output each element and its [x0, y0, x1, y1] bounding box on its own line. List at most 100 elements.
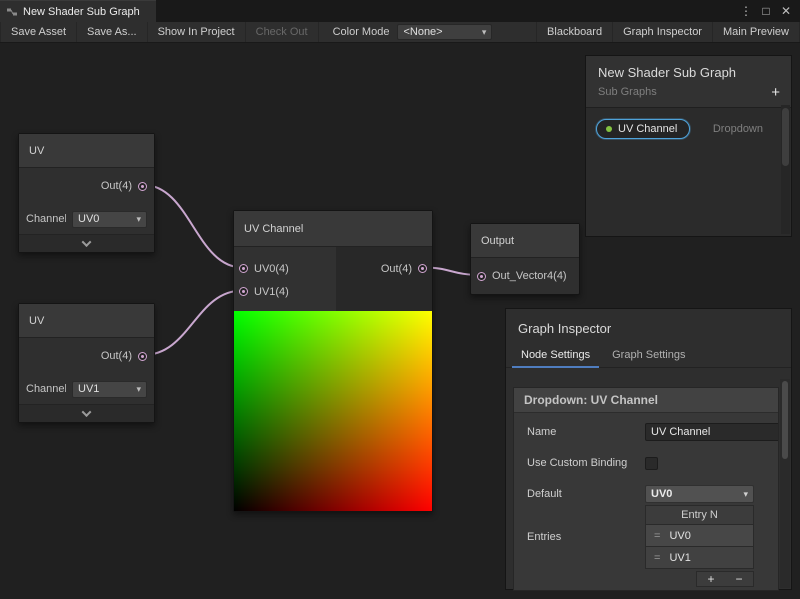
blackboard-header: New Shader Sub Graph Sub Graphs +: [586, 56, 791, 108]
drag-handle-icon[interactable]: =: [654, 552, 660, 564]
uv-bottom-channel-value: UV1: [78, 383, 99, 395]
inspector-scrollbar[interactable]: [780, 379, 790, 588]
output-node-title[interactable]: Output: [471, 224, 579, 258]
save-as-button[interactable]: Save As...: [77, 22, 148, 42]
drag-handle-icon[interactable]: =: [654, 530, 660, 542]
uv-channel-input-port-uv1[interactable]: [239, 287, 248, 296]
entries-list-header: Entry N: [645, 505, 754, 525]
close-icon[interactable]: ✕: [776, 0, 796, 22]
exposed-dot-icon: [606, 126, 612, 132]
uv-node-top[interactable]: UV Out(4) Channel UV0 ▾: [18, 133, 155, 253]
blackboard-item-label: UV Channel: [618, 123, 677, 135]
color-mode-dropdown[interactable]: <None> ▾: [397, 24, 492, 40]
tab-bar: New Shader Sub Graph ⋮ □ ✕: [0, 0, 800, 22]
blackboard-item-type: Dropdown: [713, 123, 763, 135]
inspector-body: Dropdown: UV Channel Name Use Custom Bin…: [513, 379, 779, 589]
chevron-down-icon: ▾: [136, 214, 141, 225]
entries-label: Entries: [527, 531, 645, 543]
output-in-label: Out_Vector4(4): [492, 270, 567, 282]
tab-new-shader-sub-graph[interactable]: New Shader Sub Graph: [0, 0, 156, 22]
default-value: UV0: [651, 488, 672, 500]
blackboard-subtitle: Sub Graphs: [598, 86, 779, 98]
uv-node-top-title[interactable]: UV: [19, 134, 154, 168]
graph-inspector-panel: Graph Inspector Node Settings Graph Sett…: [505, 308, 792, 590]
uv-top-collapse-button[interactable]: [19, 234, 154, 252]
save-asset-button[interactable]: Save Asset: [0, 22, 77, 42]
chevron-down-icon: ▾: [743, 489, 748, 500]
tab-title: New Shader Sub Graph: [23, 6, 140, 18]
uv-node-bottom-title[interactable]: UV: [19, 304, 154, 338]
blackboard-scroll-thumb[interactable]: [782, 108, 789, 166]
name-input[interactable]: [645, 423, 779, 441]
entry-row-uv0[interactable]: = UV0: [645, 525, 754, 547]
uv-top-channel-value: UV0: [78, 213, 99, 225]
entry-label: UV0: [669, 530, 690, 542]
graph-inspector-title: Graph Inspector: [506, 309, 791, 342]
color-mode-label: Color Mode: [319, 22, 398, 42]
uv-channel-inputs: UV0(4) UV1(4): [234, 247, 336, 311]
uv-top-channel-dropdown[interactable]: UV0 ▾: [72, 211, 147, 228]
wire-uv0[interactable]: [144, 185, 243, 268]
uv-channel-node-title[interactable]: UV Channel: [234, 211, 432, 247]
check-out-button: Check Out: [246, 22, 319, 42]
uv-bottom-collapse-button[interactable]: [19, 404, 154, 422]
name-label: Name: [527, 426, 645, 438]
window-controls: ⋮ □ ✕: [736, 0, 800, 22]
uv-channel-out-label: Out(4): [381, 263, 412, 275]
blackboard-item-row: UV Channel Dropdown: [586, 108, 791, 139]
graph-canvas[interactable]: UV Out(4) Channel UV0 ▾ UV Out(4): [0, 43, 800, 599]
toolbar: Save Asset Save As... Show In Project Ch…: [0, 22, 800, 43]
uv-top-channel-label: Channel: [26, 213, 66, 225]
entry-row-uv1[interactable]: = UV1: [645, 547, 754, 569]
entries-list: Entry N = UV0 = UV1: [645, 505, 754, 569]
maximize-icon[interactable]: □: [756, 0, 776, 22]
toolbar-right-group: Blackboard Graph Inspector Main Preview: [536, 22, 800, 42]
uv-top-output-port[interactable]: [138, 182, 147, 191]
add-entry-button[interactable]: +: [707, 572, 714, 586]
collapse-chevron-icon: [82, 237, 92, 247]
inspector-scroll-thumb[interactable]: [782, 381, 788, 459]
chevron-down-icon: ▾: [136, 384, 141, 395]
uv-preview: [234, 311, 432, 511]
entries-list-toolbar: + −: [696, 571, 754, 587]
blackboard-item-uv-channel[interactable]: UV Channel: [596, 119, 690, 139]
tab-graph-settings[interactable]: Graph Settings: [601, 342, 696, 367]
entry-label: UV1: [669, 552, 690, 564]
remove-entry-button[interactable]: −: [735, 572, 742, 586]
uv-bottom-channel-label: Channel: [26, 383, 66, 395]
more-menu-icon[interactable]: ⋮: [736, 0, 756, 22]
blackboard-toggle-button[interactable]: Blackboard: [536, 22, 612, 42]
inspector-tabs: Node Settings Graph Settings: [506, 342, 791, 368]
collapse-chevron-icon: [82, 407, 92, 417]
blackboard-scrollbar[interactable]: [781, 105, 790, 234]
uv-top-out-label: Out(4): [101, 180, 132, 192]
output-input-port[interactable]: [477, 272, 486, 281]
uv-channel-in0-label: UV0(4): [254, 263, 289, 275]
color-mode-value: <None>: [403, 26, 442, 38]
uv-bottom-channel-dropdown[interactable]: UV1 ▾: [72, 381, 147, 398]
output-node[interactable]: Output Out_Vector4(4): [470, 223, 580, 295]
uv-channel-in1-label: UV1(4): [254, 286, 289, 298]
uv-channel-output-port[interactable]: [418, 264, 427, 273]
section-title: Dropdown: UV Channel: [514, 388, 778, 413]
uv-channel-outputs: Out(4): [336, 247, 432, 311]
uv-channel-input-port-uv0[interactable]: [239, 264, 248, 273]
uv-channel-node[interactable]: UV Channel UV0(4) UV1(4) Out(4): [233, 210, 433, 512]
tab-node-settings[interactable]: Node Settings: [510, 342, 601, 367]
default-dropdown[interactable]: UV0 ▾: [645, 485, 754, 503]
chevron-down-icon: ▾: [482, 27, 487, 38]
uv-node-bottom[interactable]: UV Out(4) Channel UV1 ▾: [18, 303, 155, 423]
default-label: Default: [527, 488, 645, 500]
shader-graph-window: New Shader Sub Graph ⋮ □ ✕ Save Asset Sa…: [0, 0, 800, 599]
wire-uv1[interactable]: [144, 291, 243, 356]
main-preview-toggle-button[interactable]: Main Preview: [712, 22, 800, 42]
dropdown-settings-section: Dropdown: UV Channel Name Use Custom Bin…: [513, 387, 779, 591]
uv-bottom-out-label: Out(4): [101, 350, 132, 362]
uv-bottom-output-port[interactable]: [138, 352, 147, 361]
show-in-project-button[interactable]: Show In Project: [148, 22, 246, 42]
add-property-button[interactable]: +: [771, 85, 780, 100]
graph-inspector-toggle-button[interactable]: Graph Inspector: [612, 22, 712, 42]
use-custom-binding-label: Use Custom Binding: [527, 457, 645, 469]
use-custom-binding-checkbox[interactable]: [645, 457, 658, 470]
blackboard-panel: New Shader Sub Graph Sub Graphs + UV Cha…: [585, 55, 792, 237]
